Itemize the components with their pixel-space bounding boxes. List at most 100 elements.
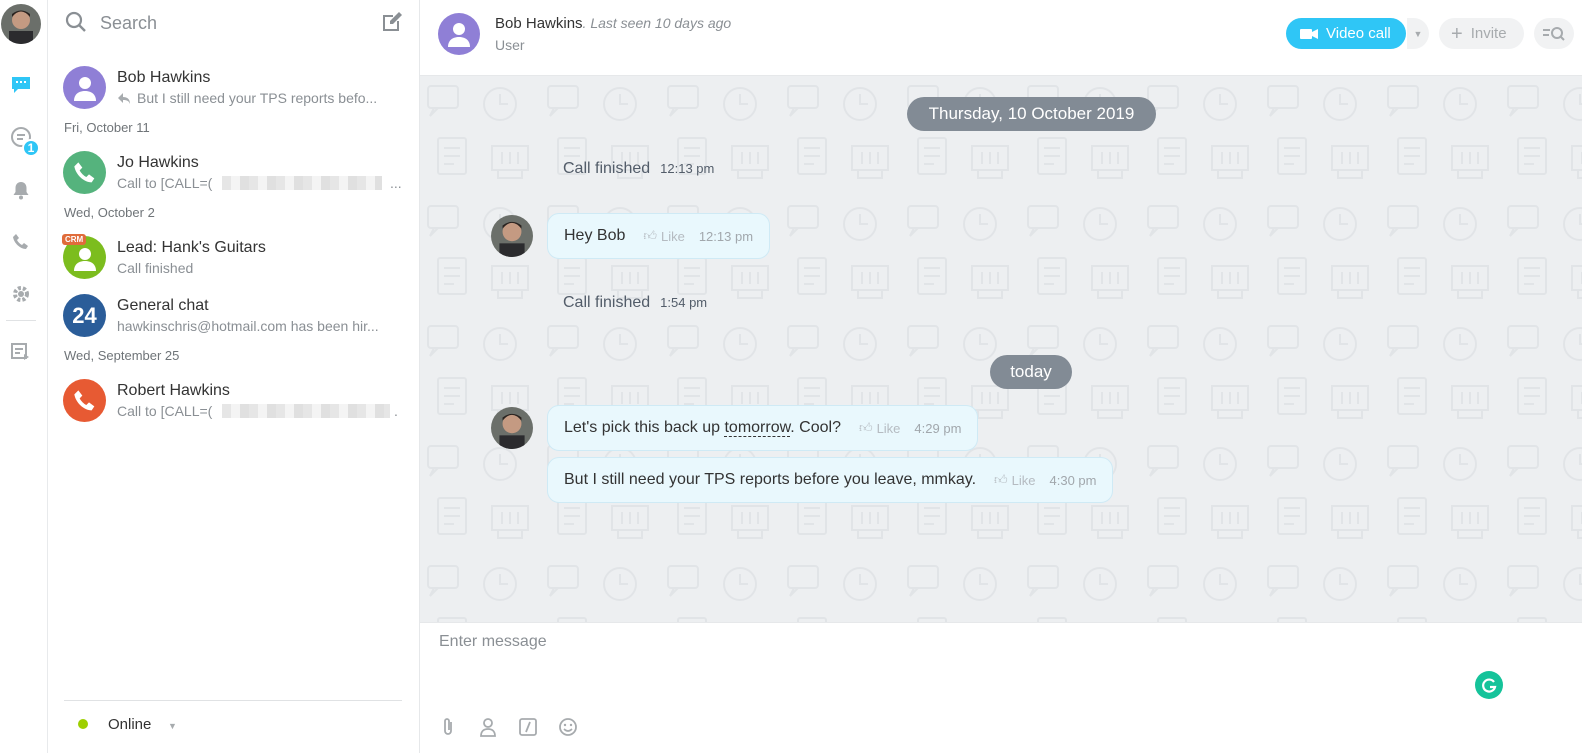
video-call-button[interactable]: Video call [1286,18,1406,49]
date-divider: today [990,355,1072,389]
redacted-text [222,176,382,190]
recent-item-name: Jo Hawkins [117,154,199,171]
sender-avatar[interactable] [491,215,533,257]
phone-icon[interactable] [8,229,34,255]
thumbs-up-icon: 👍︎ [994,472,1008,487]
rail-divider [6,320,36,321]
date-label: Wed, October 2 [64,205,155,220]
message-text: Hey Bob [564,227,626,244]
grammarly-icon[interactable] [1475,671,1503,699]
camera-icon [1300,28,1318,39]
message-text: Let's pick this back up tomorrow. Cool? [564,419,841,437]
date-label: Fri, October 11 [64,120,150,135]
message-input[interactable]: Enter message [439,633,547,651]
message-text-after: . Cool? [790,419,841,436]
compose-icon[interactable] [380,10,404,39]
bell-icon[interactable] [8,177,34,203]
avatar [63,66,106,109]
recent-item-name: Bob Hawkins [117,69,211,86]
recent-item-name: Lead: Hank's Guitars [117,239,266,256]
message-time: 4:29 pm [914,420,962,436]
recent-item-tail: ... [390,175,402,191]
invite-label: Invite [1470,25,1507,42]
chevron-down-icon[interactable]: ▼ [1407,18,1429,49]
chevron-down-icon: ▼ [168,721,177,731]
messenger-app: 1 Search Bob Hawkins But I still need yo… [0,0,1582,753]
video-call-label: Video call [1326,25,1391,42]
contact-role: User [495,37,525,53]
doodle-background [420,76,1582,622]
status-label: Online [108,716,152,733]
smile-icon[interactable] [557,716,579,738]
date-divider: Thursday, 10 October 2019 [907,97,1156,131]
last-seen: . Last seen 10 days ago [582,15,732,31]
recent-item[interactable]: Jo Hawkins Call to [CALL=( ... [62,147,407,197]
recent-item-preview: But I still need your TPS reports befo..… [137,90,378,106]
recent-item-preview: hawkinschris@hotmail.com has been hir... [117,318,379,334]
redacted-text [222,404,390,418]
chat-header: Bob Hawkins. Last seen 10 days ago User … [420,0,1582,76]
like-label: Like [660,228,685,244]
recent-item-tail: . [394,403,398,419]
crm-tag: CRM [62,234,87,245]
chat-icon[interactable] [8,72,34,98]
search-icon [64,10,88,39]
date-link[interactable]: tomorrow [724,419,791,437]
export-icon[interactable] [8,338,34,364]
message-time: 12:13 pm [698,228,754,244]
recent-item-preview: Call finished [117,260,194,276]
contact-avatar[interactable] [438,13,480,55]
recent-item[interactable]: CRM Lead: Hank's Guitars Call finished [62,232,407,282]
like-label: Like [876,420,901,436]
online-dot [78,719,88,729]
like-label: Like [1011,472,1036,488]
thumbs-up-icon: 👍︎ [858,420,873,435]
system-message-time: 1:54 pm [660,295,708,310]
avatar [63,379,106,422]
message-time: 4:30 pm [1049,472,1097,488]
contact-name: Bob Hawkins [495,15,583,32]
system-message: Call finished 1:54 pm [563,294,707,312]
system-message-text: Call finished [563,160,651,177]
avatar: 24 [63,294,106,337]
system-message-text: Call finished [563,294,651,311]
gear-icon[interactable] [8,281,34,307]
contact-name-line[interactable]: Bob Hawkins. Last seen 10 days ago [495,15,731,32]
thumbs-up-icon: 👍︎ [643,228,657,243]
reply-icon [117,91,131,110]
chat-search-button[interactable] [1534,18,1574,49]
recent-chats-panel: Search Bob Hawkins But I still need your… [48,0,420,753]
message-text: But I still need your TPS reports before… [564,471,977,488]
recent-item-name: General chat [117,297,209,314]
like-button[interactable]: 👍︎ Like [643,228,684,244]
message-composer: Enter message [420,622,1582,753]
invite-button[interactable]: + Invite [1439,18,1524,49]
message-bubble[interactable]: Hey Bob 👍︎ Like 12:13 pm [547,213,771,259]
search-bar[interactable]: Search [48,0,420,46]
left-rail: 1 [0,0,48,753]
message-history[interactable]: Thursday, 10 October 2019 Call finished 1… [420,76,1582,622]
like-button[interactable]: 👍︎ Like [994,472,1035,488]
message-bubble[interactable]: Let's pick this back up tomorrow. Cool? … [547,405,979,451]
recent-item[interactable]: Robert Hawkins Call to [CALL=( . [62,375,407,425]
mention-user-icon[interactable] [477,716,499,738]
date-label: Wed, September 25 [64,348,180,363]
recent-item-name: Robert Hawkins [117,382,230,399]
system-message-time: 12:13 pm [660,161,715,176]
status-selector[interactable]: Online ▼ [64,700,402,748]
message-bubble[interactable]: But I still need your TPS reports before… [547,457,1114,503]
recent-item[interactable]: 24 General chat hawkinschris@hotmail.com… [62,290,407,340]
command-icon[interactable] [517,716,539,738]
search-input[interactable]: Search [100,13,157,34]
unread-badge: 1 [22,139,40,157]
sender-avatar[interactable] [491,407,533,449]
avatar [63,151,106,194]
like-button[interactable]: 👍︎ Like [859,420,900,436]
message-text-before: Let's pick this back up [564,419,725,436]
recent-item[interactable]: Bob Hawkins But I still need your TPS re… [62,62,407,112]
my-avatar[interactable] [1,4,41,44]
system-message: Call finished 12:13 pm [563,160,714,178]
search-list-icon [1543,26,1565,41]
plus-icon: + [1451,22,1463,45]
attach-icon[interactable] [437,716,459,738]
